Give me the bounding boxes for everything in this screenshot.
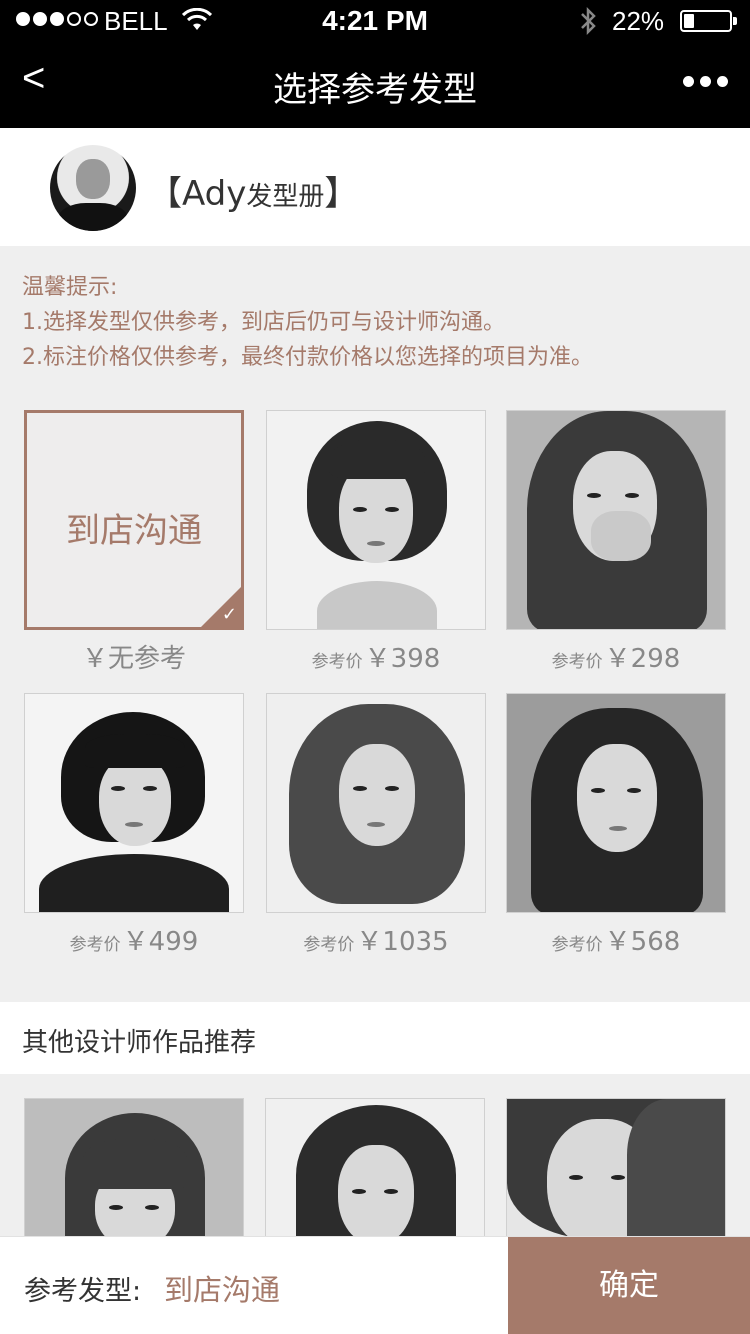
selected-hairstyle-value: 到店沟通 xyxy=(164,1273,281,1307)
option-price: 参考价￥398 xyxy=(311,644,441,674)
recommended-photo[interactable] xyxy=(506,1098,726,1238)
consult-label: 到店沟通 xyxy=(66,511,202,551)
option-price: 参考价￥568 xyxy=(551,927,681,957)
bluetooth-icon xyxy=(581,6,596,36)
hairstyle-option[interactable]: 参考价￥568 xyxy=(506,693,726,958)
recommended-hairstyle[interactable] xyxy=(24,1098,244,1238)
option-price: 参考价￥1035 xyxy=(303,927,449,957)
hairstyle-option[interactable]: 参考价￥1035 xyxy=(266,693,486,958)
battery-icon xyxy=(680,10,737,32)
option-price: 参考价￥499 xyxy=(69,927,199,957)
recommended-photo[interactable] xyxy=(24,1098,244,1238)
page-title: 选择参考发型 xyxy=(273,70,477,110)
hairstyle-photo[interactable] xyxy=(506,693,726,913)
option-price: 参考价￥298 xyxy=(551,644,681,674)
hairstyle-option[interactable]: 参考价￥499 xyxy=(24,693,244,958)
confirm-button[interactable]: 确定 xyxy=(508,1237,750,1334)
battery-percentage: 22% xyxy=(612,6,665,36)
battery-level-fill xyxy=(684,14,694,28)
bottom-action-bar: 参考发型: 到店沟通 确定 xyxy=(0,1236,750,1334)
designer-avatar xyxy=(50,145,136,231)
recommendations-header: 其他设计师作品推荐 xyxy=(0,1002,750,1074)
recommended-hairstyle[interactable] xyxy=(506,1098,726,1238)
more-dots-icon[interactable] xyxy=(683,76,728,87)
option-price: ￥无参考 xyxy=(81,644,186,674)
selected-hairstyle-label: 参考发型: xyxy=(24,1276,142,1307)
recommendations-title: 其他设计师作品推荐 xyxy=(22,1028,257,1058)
hairstyle-option-consult[interactable]: 到店沟通 ✓ ￥无参考 xyxy=(24,410,244,675)
hairstyle-photo[interactable] xyxy=(506,410,726,630)
checkmark-icon: ✓ xyxy=(221,604,237,625)
tips-panel: 温馨提示: 1.选择发型仅供参考，到店后仍可与设计师沟通。 2.标注价格仅供参考… xyxy=(22,270,593,375)
recommended-photo[interactable] xyxy=(265,1098,485,1238)
hairstyle-option[interactable]: 参考价￥398 xyxy=(266,410,486,675)
navigation-bar: < 选择参考发型 xyxy=(0,40,750,128)
consult-tile[interactable]: 到店沟通 ✓ xyxy=(24,410,244,630)
designer-album-title: 【Ady发型册】 xyxy=(148,174,359,214)
tip-line-2: 2.标注价格仅供参考，最终付款价格以您选择的项目为准。 xyxy=(22,345,593,370)
recommended-hairstyle[interactable] xyxy=(265,1098,485,1238)
hairstyle-photo[interactable] xyxy=(24,693,244,913)
tips-heading: 温馨提示: xyxy=(22,275,118,300)
tip-line-1: 1.选择发型仅供参考，到店后仍可与设计师沟通。 xyxy=(22,310,505,335)
hairstyle-photo[interactable] xyxy=(266,693,486,913)
hairstyle-photo[interactable] xyxy=(266,410,486,630)
designer-header: 【Ady发型册】 xyxy=(0,128,750,246)
hairstyle-option[interactable]: 参考价￥298 xyxy=(506,410,726,675)
status-bar: BELL 4:21 PM 22% xyxy=(0,0,750,40)
